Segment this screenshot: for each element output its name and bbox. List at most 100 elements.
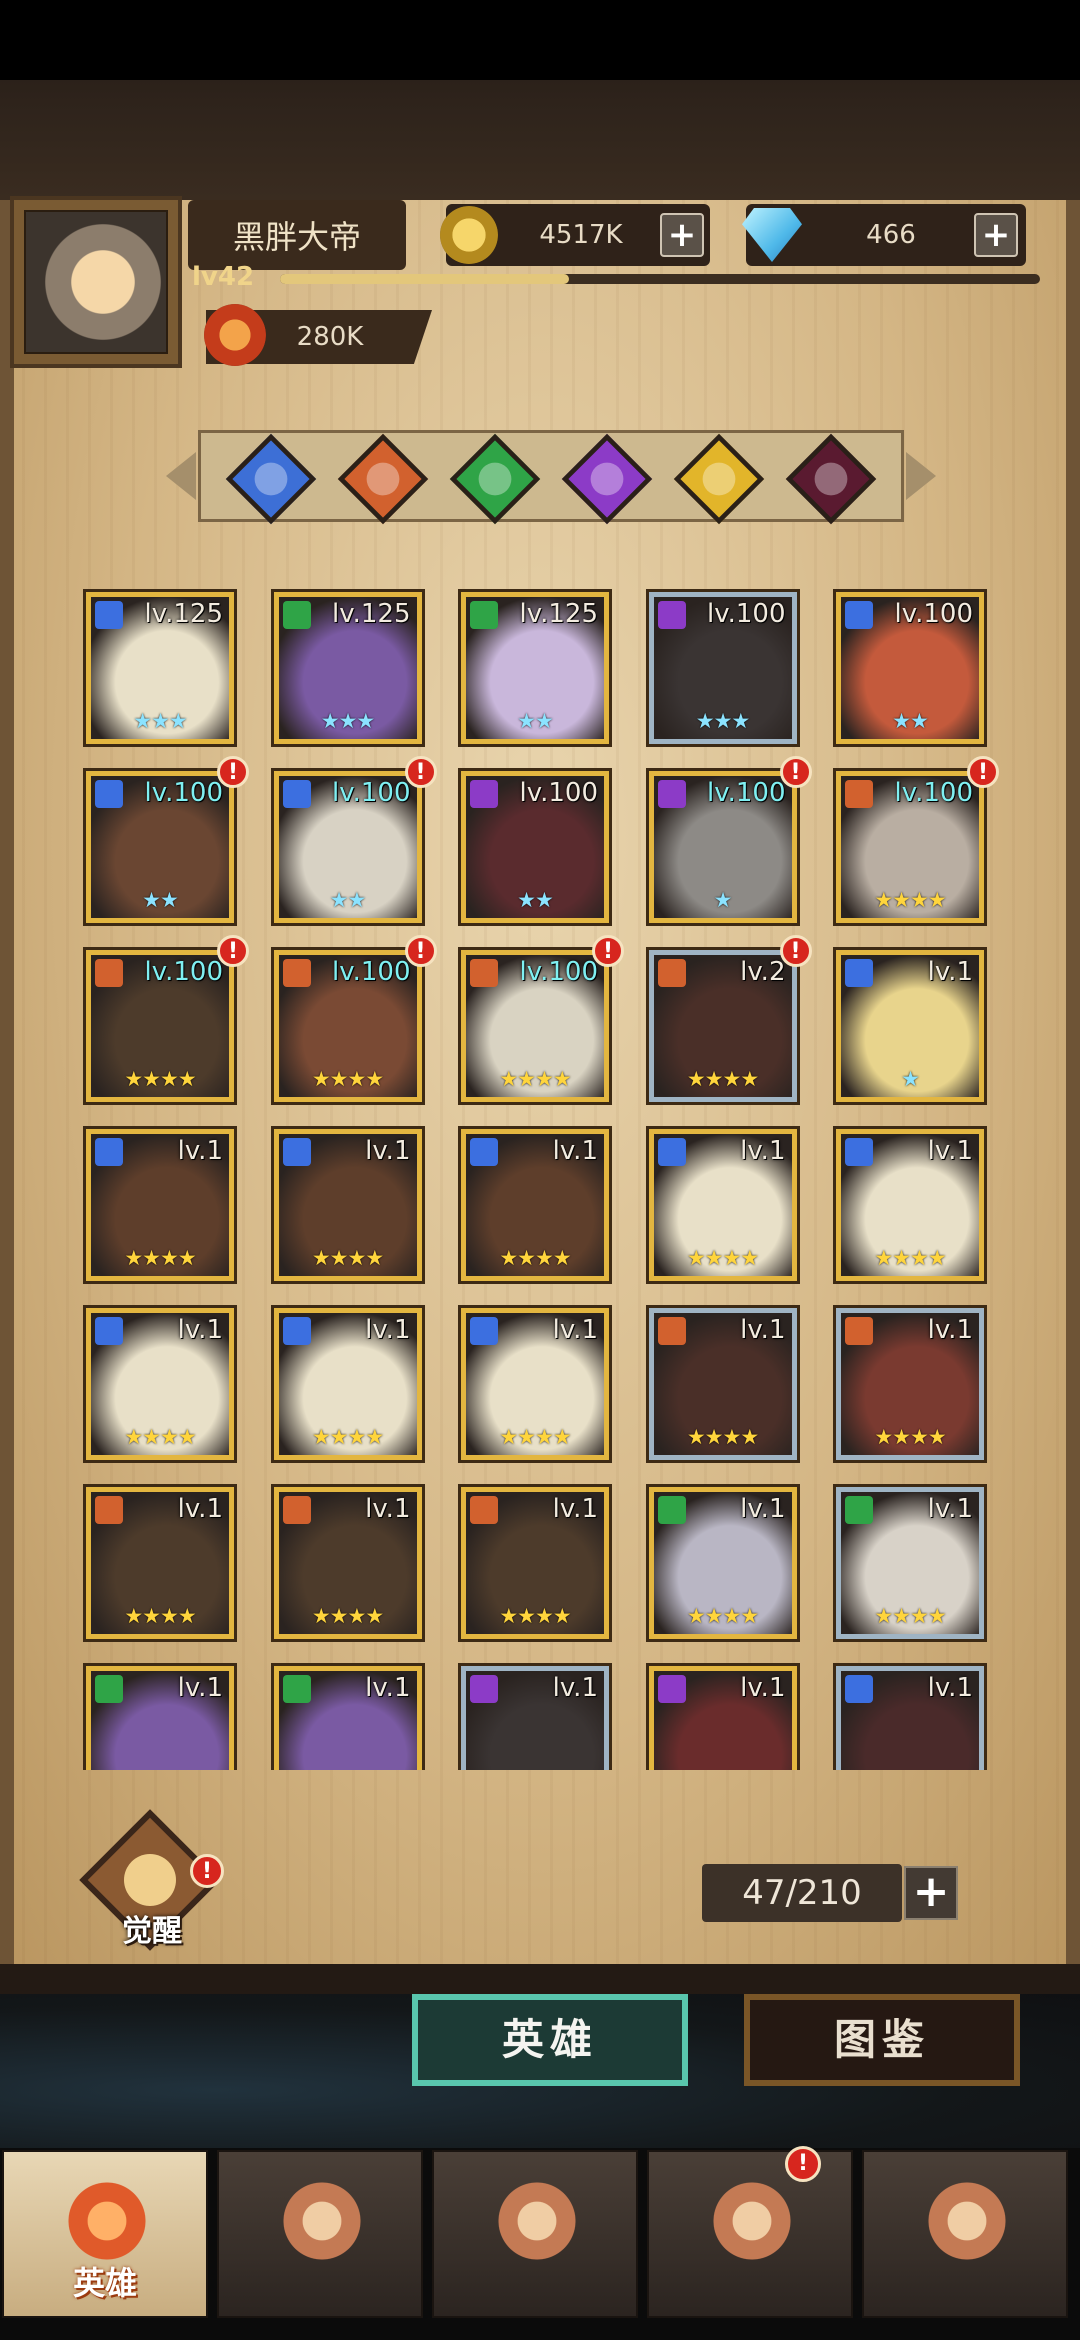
hero-class-icon bbox=[282, 1138, 311, 1166]
hero-stars: ★★★★ bbox=[124, 1246, 196, 1270]
hero-card[interactable]: lv.100 ★★★ bbox=[648, 592, 797, 744]
hero-card[interactable]: lv.1 ★★★★ bbox=[648, 1129, 797, 1281]
hero-card[interactable]: lv.100 ★★★★! bbox=[836, 756, 999, 923]
hero-level: lv.1 bbox=[177, 1673, 223, 1703]
hero-class-icon bbox=[845, 780, 873, 808]
nav-item[interactable] bbox=[862, 2150, 1068, 2318]
hero-card[interactable]: lv.1 ★★★★ bbox=[86, 1129, 234, 1281]
gold-value: 4517K bbox=[539, 220, 623, 250]
player-avatar-frame[interactable] bbox=[10, 196, 182, 368]
add-gold-button[interactable]: + bbox=[660, 213, 704, 257]
hero-card[interactable]: lv.1 bbox=[836, 1666, 984, 1770]
hero-card[interactable]: lv.1 ★★★★ bbox=[86, 1487, 234, 1639]
nav-item[interactable]: 英雄 bbox=[2, 2150, 208, 2318]
hero-card[interactable]: lv.1 ★★★★ bbox=[86, 1308, 234, 1460]
guild-handshake-icon bbox=[922, 2176, 1012, 2266]
hero-level: lv.1 bbox=[365, 1315, 411, 1345]
hero-stars: ★★ bbox=[142, 888, 179, 912]
filter-left-arrow-icon[interactable] bbox=[166, 452, 196, 500]
nav-item[interactable]: ! bbox=[647, 2146, 853, 2318]
hero-card[interactable]: lv.1 ★★★★ bbox=[836, 1487, 984, 1639]
hero-count: 47/210 bbox=[702, 1864, 902, 1922]
expand-capacity-button[interactable]: + bbox=[904, 1866, 958, 1920]
panel-border-left bbox=[0, 200, 14, 1980]
hero-level: lv.100 bbox=[332, 957, 411, 987]
hero-stars: ★★ bbox=[517, 709, 554, 733]
hero-card[interactable]: lv.1 ★★★★ bbox=[648, 1487, 797, 1639]
hero-level: lv.1 bbox=[552, 1136, 598, 1166]
hero-level: lv.1 bbox=[552, 1494, 598, 1524]
hero-stars: ★★★★ bbox=[311, 1067, 384, 1091]
hero-level: lv.100 bbox=[144, 957, 223, 987]
hero-card[interactable]: lv.2 ★★★★! bbox=[648, 935, 812, 1102]
hero-card[interactable]: lv.1 ★★★★ bbox=[836, 1129, 984, 1281]
hero-level: lv.125 bbox=[332, 599, 411, 629]
hero-card[interactable]: lv.125 ★★★ bbox=[273, 592, 422, 744]
hero-stars: ★★★ bbox=[133, 709, 187, 733]
hero-level: lv.100 bbox=[894, 778, 973, 808]
hero-card[interactable]: lv.1 ★★★★ bbox=[273, 1487, 422, 1639]
hero-class-icon bbox=[657, 1496, 686, 1524]
hero-card[interactable]: lv.1 ★★★★ bbox=[461, 1487, 609, 1639]
nav-item[interactable] bbox=[432, 2150, 638, 2318]
hero-card[interactable]: lv.1 ★★★★ bbox=[648, 1308, 797, 1460]
hero-card[interactable]: lv.100 ★★★★! bbox=[86, 935, 249, 1102]
hero-stars: ★★★ bbox=[695, 709, 750, 733]
hero-card[interactable]: lv.1 ★★★★ bbox=[461, 1129, 609, 1281]
hero-card[interactable]: lv.100 ★★★★! bbox=[461, 935, 624, 1102]
hero-class-icon bbox=[845, 601, 873, 629]
hero-card[interactable]: lv.125 ★★★ bbox=[86, 592, 234, 744]
hero-card[interactable]: lv.125 ★★ bbox=[461, 592, 609, 744]
hero-card[interactable]: lv.1 bbox=[648, 1666, 797, 1770]
status-bar bbox=[0, 0, 1080, 80]
tab-codex[interactable]: 图鉴 bbox=[744, 1994, 1020, 2086]
hero-card[interactable]: lv.1 bbox=[273, 1666, 422, 1770]
hero-alert-badge: ! bbox=[779, 756, 812, 788]
filter-right-arrow-icon[interactable] bbox=[906, 452, 936, 500]
hero-level: lv.1 bbox=[552, 1315, 598, 1345]
avatar bbox=[24, 210, 168, 354]
hero-grid[interactable]: lv.125 ★★★ lv.125 ★★★ lv.125 ★★ lv.100 ★★★ lv.10… bbox=[60, 580, 1020, 1770]
player-level: lv42 bbox=[192, 262, 255, 292]
hero-stars: ★★★★ bbox=[499, 1246, 571, 1270]
nav-alert-badge: ! bbox=[785, 2146, 821, 2182]
tab-heroes[interactable]: 英雄 bbox=[412, 1994, 688, 2086]
hero-level: lv.100 bbox=[332, 778, 411, 808]
hero-class-icon bbox=[470, 1138, 498, 1166]
hero-stars: ★★★★ bbox=[874, 1425, 946, 1449]
hero-card[interactable]: lv.1 ★★★★ bbox=[836, 1308, 984, 1460]
hero-stars: ★★★★ bbox=[124, 1067, 196, 1091]
hero-level: lv.1 bbox=[740, 1136, 786, 1166]
hero-card[interactable]: lv.1 bbox=[86, 1666, 234, 1770]
hero-stars: ★★★★ bbox=[311, 1425, 384, 1449]
hero-card[interactable]: lv.1 ★ bbox=[836, 950, 984, 1102]
nav-item[interactable] bbox=[217, 2150, 423, 2318]
battlement-divider bbox=[0, 1964, 1080, 1994]
hero-card[interactable]: lv.100 ★★! bbox=[273, 756, 437, 923]
hero-class-icon bbox=[657, 780, 686, 808]
diamond-icon bbox=[742, 208, 802, 262]
hero-card[interactable]: lv.100 ★! bbox=[648, 756, 812, 923]
hero-class-icon bbox=[282, 601, 311, 629]
hero-card[interactable]: lv.100 ★★★★! bbox=[273, 935, 437, 1102]
hero-card[interactable]: lv.1 ★★★★ bbox=[273, 1129, 422, 1281]
hero-card[interactable]: lv.1 ★★★★ bbox=[461, 1308, 609, 1460]
hero-card[interactable]: lv.100 ★★ bbox=[461, 771, 609, 923]
hero-card[interactable]: lv.1 bbox=[461, 1666, 609, 1770]
hero-class-icon bbox=[470, 601, 498, 629]
hero-card[interactable]: lv.100 ★★ bbox=[836, 592, 984, 744]
hero-class-icon bbox=[657, 601, 686, 629]
hero-class-icon bbox=[470, 1496, 498, 1524]
add-diamond-button[interactable]: + bbox=[974, 213, 1018, 257]
hero-class-icon bbox=[95, 959, 123, 987]
hero-level: lv.1 bbox=[177, 1494, 223, 1524]
hero-card[interactable]: lv.100 ★★! bbox=[86, 756, 249, 923]
hero-alert-badge: ! bbox=[217, 756, 249, 788]
battle-swords-icon bbox=[492, 2176, 582, 2266]
hero-stars: ★★★★ bbox=[874, 1246, 946, 1270]
hero-level: lv.125 bbox=[519, 599, 598, 629]
hero-level: lv.2 bbox=[740, 957, 786, 987]
hero-class-icon bbox=[282, 1317, 311, 1345]
hero-alert-badge: ! bbox=[967, 756, 999, 788]
hero-card[interactable]: lv.1 ★★★★ bbox=[273, 1308, 422, 1460]
